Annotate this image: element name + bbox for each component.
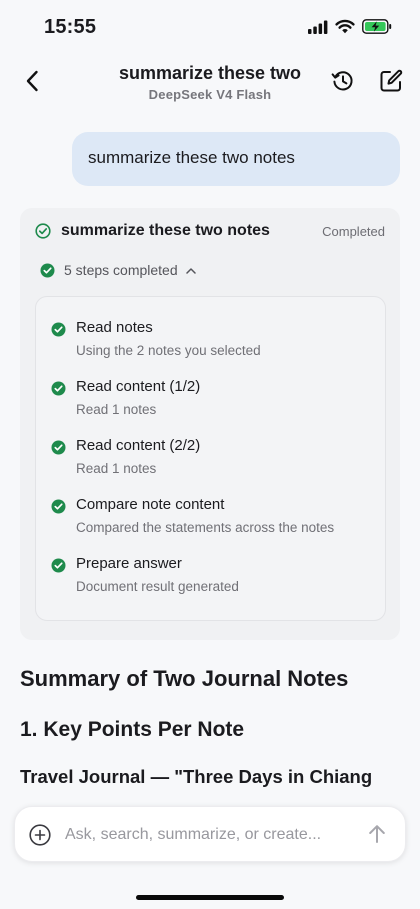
step-detail: Using the 2 notes you selected bbox=[76, 343, 261, 358]
status-bar: 15:55 bbox=[0, 0, 420, 54]
user-message-bubble: summarize these two notes bbox=[72, 132, 400, 186]
user-message-text: summarize these two notes bbox=[88, 148, 295, 167]
signal-icon bbox=[308, 20, 328, 39]
chat-title: summarize these two bbox=[118, 63, 302, 83]
step-title: Prepare answer bbox=[76, 555, 182, 572]
check-circle-icon bbox=[35, 223, 51, 239]
step-item: Compare note content Compared the statem… bbox=[36, 495, 385, 545]
model-name: DeepSeek V4 Flash bbox=[148, 87, 272, 102]
send-arrow-icon bbox=[369, 825, 385, 843]
step-item: Read content (1/2) Read 1 notes bbox=[36, 377, 385, 427]
steps-summary: 5 steps completed bbox=[64, 262, 178, 278]
chat-header: summarize these two DeepSeek V4 Flash bbox=[0, 56, 420, 108]
status-icons bbox=[308, 19, 392, 39]
step-title: Read notes bbox=[76, 319, 153, 336]
check-filled-icon bbox=[51, 440, 66, 455]
history-icon bbox=[331, 71, 353, 91]
step-detail: Read 1 notes bbox=[76, 402, 157, 417]
check-filled-icon bbox=[51, 381, 66, 396]
step-item: Prepare answer Document result generated bbox=[36, 554, 385, 604]
add-attachment-button[interactable] bbox=[29, 824, 51, 846]
history-button[interactable] bbox=[330, 68, 356, 94]
task-progress-card: summarize these two notes Completed 5 st… bbox=[20, 208, 400, 640]
check-filled-icon bbox=[40, 263, 55, 277]
message-input[interactable] bbox=[65, 821, 355, 849]
step-item: Read notes Using the 2 notes you selecte… bbox=[36, 318, 385, 368]
step-detail: Read 1 notes bbox=[76, 461, 157, 476]
task-title: summarize these two notes bbox=[61, 222, 270, 239]
chat-screen: 15:55 summarize these two DeepSeek V4 Fl… bbox=[0, 0, 420, 909]
check-filled-icon bbox=[51, 499, 66, 514]
compose-icon bbox=[380, 69, 403, 92]
step-title: Read content (1/2) bbox=[76, 378, 201, 395]
steps-toggle[interactable]: 5 steps completed bbox=[40, 260, 196, 280]
check-filled-icon bbox=[51, 322, 66, 337]
step-detail: Compared the statements across the notes bbox=[76, 520, 335, 535]
status-time: 15:55 bbox=[44, 16, 97, 38]
step-title: Read content (2/2) bbox=[76, 437, 201, 454]
step-item: Read content (2/2) Read 1 notes bbox=[36, 436, 385, 486]
chevron-up-icon bbox=[185, 267, 196, 274]
check-filled-icon bbox=[51, 558, 66, 573]
home-indicator bbox=[136, 895, 284, 900]
add-circle-icon bbox=[29, 824, 51, 846]
answer-heading: Summary of Two Journal Notes bbox=[20, 666, 349, 691]
steps-list: Read notes Using the 2 notes you selecte… bbox=[35, 296, 386, 621]
composer-bar bbox=[14, 806, 406, 862]
step-detail: Document result generated bbox=[76, 579, 239, 594]
answer-subsection-heading: Travel Journal — "Three Days in Chiang bbox=[20, 766, 373, 787]
answer-section-heading: 1. Key Points Per Note bbox=[20, 718, 245, 741]
battery-charging-icon bbox=[362, 19, 392, 39]
new-chat-button[interactable] bbox=[378, 68, 404, 94]
wifi-icon bbox=[335, 19, 355, 39]
task-status: Completed bbox=[322, 224, 385, 239]
step-title: Compare note content bbox=[76, 496, 225, 513]
send-button[interactable] bbox=[365, 822, 389, 846]
